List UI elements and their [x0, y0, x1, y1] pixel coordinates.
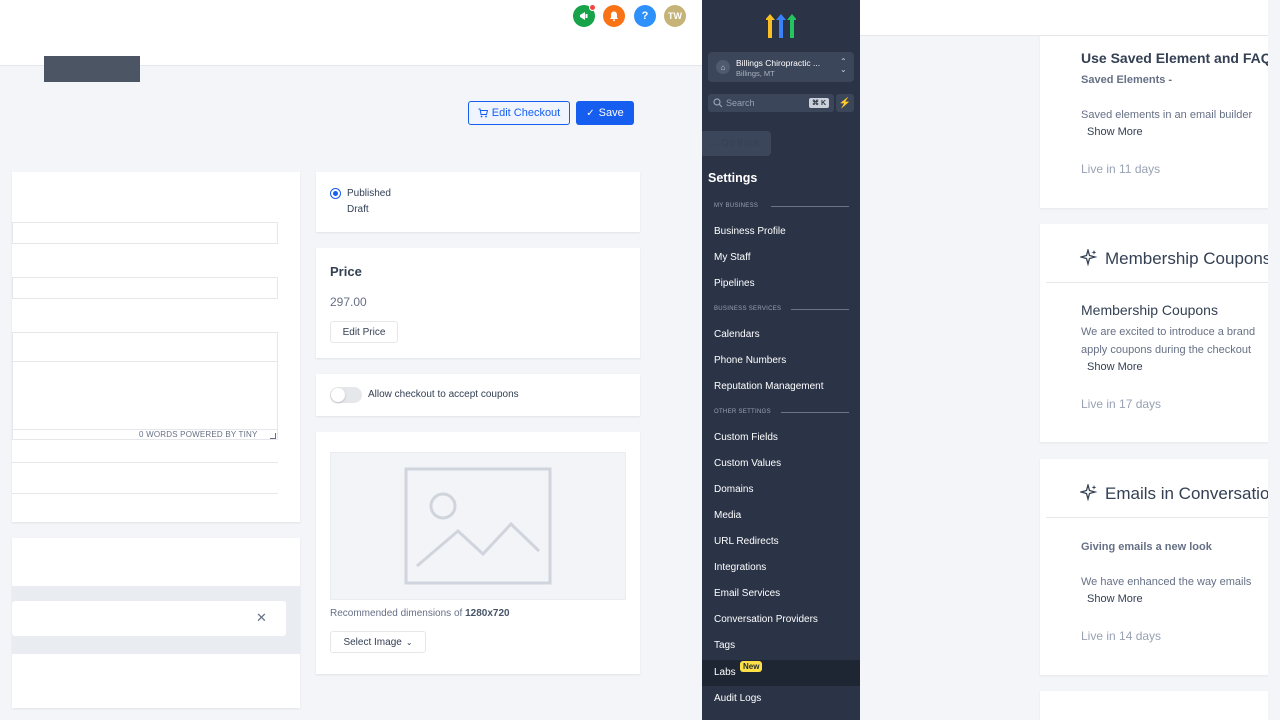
price-title: Price	[330, 264, 362, 279]
sidebar-item-integrations[interactable]: Integrations	[714, 562, 766, 573]
lab-card-description: apply coupons during the checkout	[1081, 344, 1252, 356]
sidebar-item-domains[interactable]: Domains	[714, 484, 753, 495]
lab-card-header: Emails in Conversations	[1105, 484, 1280, 503]
section-label-other-settings: OTHER SETTINGS	[714, 409, 771, 415]
save-button[interactable]: ✓ Save	[576, 101, 634, 125]
select-image-dropdown[interactable]: Select Image ⌄	[330, 631, 426, 653]
sidebar-item-custom-fields[interactable]: Custom Fields	[714, 432, 778, 443]
notifications-bell-icon[interactable]	[603, 5, 625, 27]
form-input-2[interactable]	[12, 277, 278, 299]
cart-icon	[478, 108, 488, 118]
location-icon: ⌂	[716, 60, 730, 74]
accept-coupons-toggle[interactable]	[330, 387, 362, 403]
edit-price-button[interactable]: Edit Price	[330, 321, 398, 343]
account-location: Billings, MT	[736, 69, 775, 78]
chevron-updown-icon: ⌃ ⌄	[840, 57, 847, 74]
image-placeholder[interactable]	[330, 452, 626, 600]
close-icon[interactable]: ✕	[256, 610, 267, 626]
new-badge: New	[740, 661, 763, 672]
recommended-dimensions: Recommended dimensions of 1280x720	[330, 608, 510, 619]
sidebar-item-reputation-management[interactable]: Reputation Management	[714, 381, 824, 392]
sidebar-item-business-profile[interactable]: Business Profile	[714, 226, 786, 237]
show-more-link[interactable]: Show More	[1087, 361, 1143, 373]
edit-checkout-button[interactable]: Edit Checkout	[468, 101, 570, 125]
quick-actions-bolt-icon[interactable]: ⚡	[836, 94, 854, 112]
labs-scrollbar[interactable]	[1268, 0, 1280, 720]
sidebar-item-custom-values[interactable]: Custom Values	[714, 458, 781, 469]
redacted-title	[44, 56, 140, 82]
search-shortcut: ⌘ K	[809, 98, 829, 108]
section-label-business-services: BUSINESS SERVICES	[714, 306, 782, 312]
go-back-button[interactable]: ← Go Back	[702, 131, 771, 156]
resize-handle-icon[interactable]	[270, 433, 276, 439]
arrow-left-icon: ←	[708, 138, 718, 149]
lab-card-live-date: Live in 14 days	[1081, 629, 1162, 643]
status-card	[316, 172, 640, 232]
search-icon	[713, 98, 723, 108]
lab-card-partial	[1040, 691, 1280, 720]
sparkle-icon	[1078, 482, 1098, 507]
form-input-1[interactable]	[12, 222, 278, 244]
accept-coupons-label: Allow checkout to accept coupons	[368, 389, 519, 400]
check-icon: ✓	[586, 107, 595, 119]
lab-card-title: Membership Coupons	[1081, 302, 1218, 318]
price-value: 297.00	[330, 295, 367, 309]
sidebar-item-conversation-providers[interactable]: Conversation Providers	[714, 614, 818, 625]
image-placeholder-icon	[404, 467, 552, 585]
sparkle-icon	[1078, 247, 1098, 272]
sidebar-item-my-staff[interactable]: My Staff	[714, 252, 751, 263]
lab-card-title: Giving emails a new look	[1081, 541, 1212, 553]
lab-card-live-date: Live in 11 days	[1081, 162, 1161, 176]
sidebar-item-calendars[interactable]: Calendars	[714, 329, 760, 340]
sidebar-item-tags[interactable]: Tags	[714, 640, 735, 651]
sidebar-item-phone-numbers[interactable]: Phone Numbers	[714, 355, 786, 366]
sidebar-item-audit-logs[interactable]: Audit Logs	[714, 693, 761, 704]
lab-card-live-date: Live in 17 days	[1081, 397, 1162, 411]
account-name: Billings Chiropractic ...	[736, 58, 821, 68]
sidebar-item-email-services[interactable]: Email Services	[714, 588, 780, 599]
show-more-link[interactable]: Show More	[1087, 593, 1143, 605]
chevron-down-icon: ⌄	[405, 637, 413, 647]
status-draft-radio[interactable]: Draft	[330, 204, 369, 215]
radio-checked-icon	[330, 188, 341, 199]
selected-item-pill[interactable]	[12, 601, 286, 636]
rich-text-editor[interactable]	[12, 332, 278, 440]
checkout-editor-panel: ? TW Edit Checkout ✓ Save 0 WORDS POWERE…	[0, 0, 702, 720]
show-more-link[interactable]: Show More	[1087, 126, 1143, 138]
sidebar-item-url-redirects[interactable]: URL Redirects	[714, 536, 779, 547]
settings-title: Settings	[708, 171, 758, 185]
status-published-radio[interactable]: Published	[330, 188, 391, 199]
help-icon[interactable]: ?	[634, 5, 656, 27]
labs-top-bar	[860, 0, 1280, 36]
lab-card-subtitle: Saved Elements -	[1081, 74, 1173, 86]
lab-card-description: We are excited to introduce a brand	[1081, 326, 1256, 338]
announcements-icon[interactable]	[573, 4, 596, 27]
editor-word-count: 0 WORDS POWERED BY TINY	[139, 430, 258, 439]
search-placeholder: Search	[726, 98, 755, 108]
radio-unchecked-icon	[330, 204, 341, 215]
app-logo-icon	[766, 14, 796, 38]
lab-card-description: Saved elements in an email builder	[1081, 109, 1253, 121]
sidebar-item-labs[interactable]: Labs	[714, 667, 736, 678]
section-label-my-business: MY BUSINESS	[714, 203, 759, 209]
divider	[12, 462, 278, 463]
divider	[12, 493, 278, 494]
sidebar-item-pipelines[interactable]: Pipelines	[714, 278, 755, 289]
user-avatar[interactable]: TW	[664, 5, 686, 27]
lab-card-header: Membership Coupons	[1105, 249, 1272, 268]
sidebar-item-media[interactable]: Media	[714, 510, 741, 521]
lab-card-title: Use Saved Element and FAQ	[1081, 50, 1272, 66]
lab-card-description: We have enhanced the way emails	[1081, 576, 1252, 588]
